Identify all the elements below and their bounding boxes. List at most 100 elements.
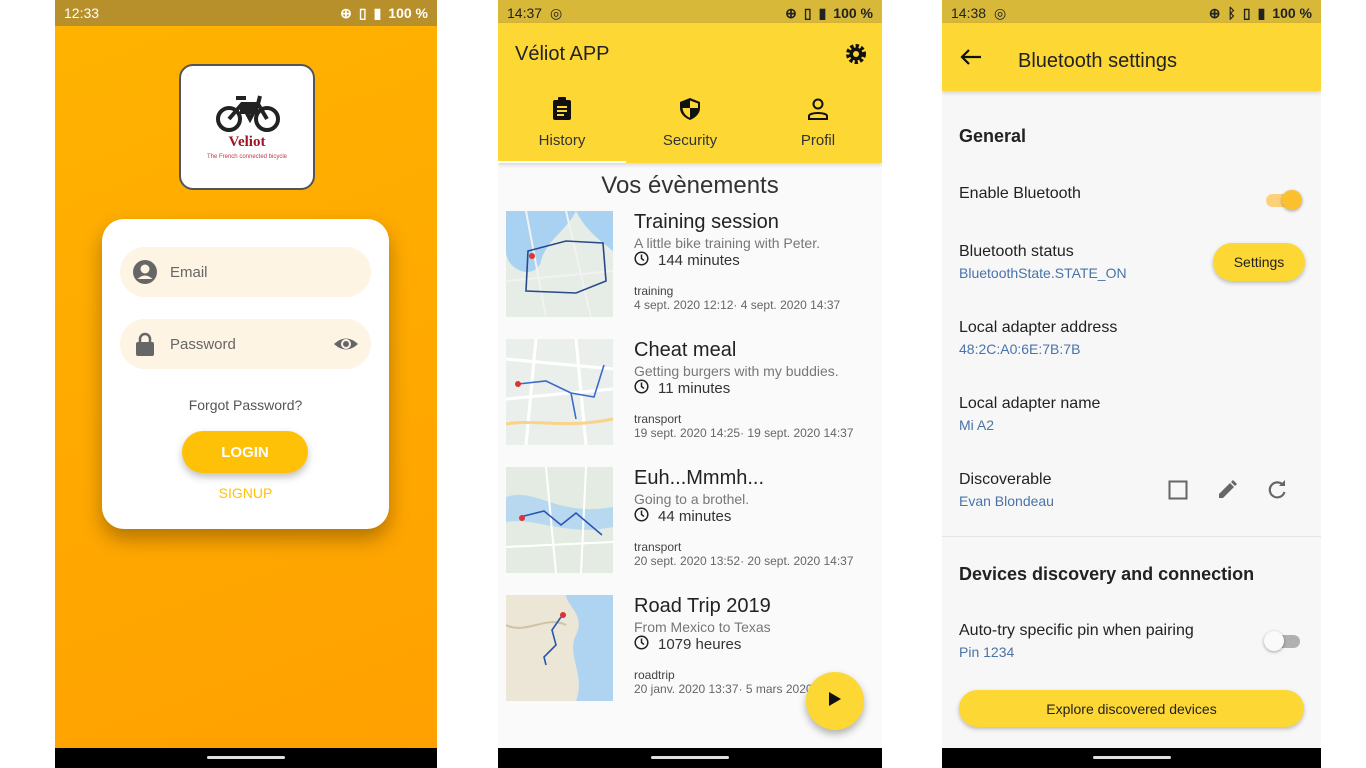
adapter-address-value: 48:2C:A0:6E:7B:7B: [959, 341, 1081, 357]
home-handle[interactable]: [207, 756, 285, 759]
event-dates: 19 sept. 2020 14:25· 19 sept. 2020 14:37: [634, 426, 854, 440]
data-saver-icon: ⊕: [340, 4, 352, 21]
home-handle[interactable]: [651, 756, 729, 759]
event-card[interactable]: Cheat meal Getting burgers with my buddi…: [506, 339, 874, 447]
event-dates: 20 sept. 2020 13:52· 20 sept. 2020 14:37: [634, 554, 854, 568]
app-bar: Bluetooth settings: [942, 23, 1321, 91]
play-button[interactable]: [806, 672, 864, 730]
event-details: Euh...Mmmh... Going to a brothel. 44 min…: [634, 467, 874, 568]
page-title: Bluetooth settings: [1018, 50, 1177, 72]
event-tag: transport: [634, 412, 682, 426]
password-field[interactable]: Password: [120, 319, 371, 369]
event-duration: 11 minutes: [634, 379, 874, 398]
account-icon: [132, 259, 158, 285]
event-title: Euh...Mmmh...: [634, 467, 765, 489]
app-bar: Véliot APP History Security Profil: [498, 23, 882, 163]
edit-pencil-icon[interactable]: [1216, 479, 1238, 506]
general-header: General: [959, 126, 1027, 146]
duration-text: 44 minutes: [658, 508, 732, 525]
duration-text: 1079 heures: [658, 636, 742, 653]
logo-tagline: The French connected bicycle: [206, 154, 288, 160]
lock-icon: [132, 331, 158, 357]
adapter-name-value: Mi A2: [959, 417, 995, 433]
forgot-password-link[interactable]: Forgot Password?: [102, 397, 389, 413]
login-card: Email Password Forgot Password? LOGIN SI…: [102, 219, 389, 529]
duration-text: 11 minutes: [658, 380, 731, 397]
notification-icon: ◎: [550, 4, 563, 21]
status-bar: 12:33 ⊕ ▯ ▮ 100 %: [55, 0, 437, 26]
gear-icon[interactable]: [844, 42, 868, 71]
enable-bluetooth-row[interactable]: Enable Bluetooth: [959, 185, 1304, 210]
event-duration: 44 minutes: [634, 507, 874, 526]
discoverable-label: Discoverable: [959, 471, 1052, 488]
data-saver-icon: ⊕: [1208, 4, 1221, 21]
event-description: From Mexico to Texas: [634, 619, 771, 635]
navigation-bar: [498, 748, 882, 768]
event-details: Cheat meal Getting burgers with my buddi…: [634, 339, 874, 440]
event-card[interactable]: Training session A little bike training …: [506, 211, 874, 319]
enable-bluetooth-toggle[interactable]: [1264, 189, 1304, 210]
auto-pin-toggle[interactable]: [1264, 630, 1304, 651]
status-time: 12:33: [64, 5, 100, 21]
event-tag: training: [634, 284, 674, 298]
route-map-thumbnail: [506, 467, 613, 573]
enable-bluetooth-label: Enable Bluetooth: [959, 185, 1081, 202]
navigation-bar: [942, 748, 1321, 768]
event-tag: transport: [634, 540, 682, 554]
clipboard-icon: [498, 95, 626, 123]
tab-history[interactable]: History: [498, 93, 626, 163]
explore-devices-button[interactable]: Explore discovered devices: [959, 690, 1304, 727]
email-field[interactable]: Email: [120, 247, 371, 297]
clock-icon: [634, 379, 649, 398]
route-map-thumbnail: [506, 595, 613, 701]
bluetooth-icon: ᛒ: [1227, 5, 1236, 21]
tab-label: Security: [662, 132, 718, 149]
checkbox-icon[interactable]: [1168, 480, 1188, 505]
back-arrow-icon[interactable]: [960, 48, 982, 71]
event-description: A little bike training with Peter.: [634, 235, 820, 251]
clock-icon: [634, 507, 649, 526]
devices-header: Devices discovery and connection: [959, 564, 1255, 584]
login-button[interactable]: LOGIN: [182, 431, 308, 473]
password-placeholder: Password: [170, 335, 236, 353]
battery-icon: ▮: [1257, 4, 1266, 21]
vibrate-icon: ▯: [803, 4, 812, 21]
home-handle[interactable]: [1092, 756, 1171, 759]
bluetooth-settings-screen: 14:38 ◎ ⊕ ᛒ ▯ ▮ 100 % Bluetooth settings…: [942, 0, 1321, 768]
tab-bar: History Security Profil: [498, 93, 882, 163]
event-card[interactable]: Euh...Mmmh... Going to a brothel. 44 min…: [506, 467, 874, 575]
bicycle-icon: [216, 95, 280, 132]
discoverable-row: Discoverable Evan Blondeau: [959, 471, 1304, 509]
auto-pin-label: Auto-try specific pin when pairing: [959, 622, 1194, 639]
event-title: Training session: [634, 211, 779, 233]
navigation-bar: [55, 748, 437, 768]
adapter-name-label: Local adapter name: [959, 395, 1101, 412]
battery-level: 100 %: [388, 5, 428, 21]
event-description: Getting burgers with my buddies.: [634, 363, 839, 379]
visibility-icon[interactable]: [333, 331, 359, 362]
clock-icon: [634, 635, 649, 654]
auto-pin-value: Pin 1234: [959, 644, 1015, 660]
divider: [942, 536, 1321, 537]
event-title: Road Trip 2019: [634, 595, 771, 617]
history-screen: 14:37 ◎ ⊕ ▯ ▮ 100 % Véliot APP History S…: [498, 0, 882, 768]
shield-icon: [626, 95, 754, 123]
event-title: Cheat meal: [634, 339, 737, 361]
battery-level: 100 %: [1272, 5, 1312, 21]
tab-profil[interactable]: Profil: [754, 93, 882, 163]
tab-label: Profil: [800, 132, 836, 149]
refresh-icon[interactable]: [1266, 479, 1288, 506]
settings-button[interactable]: Settings: [1213, 243, 1305, 281]
battery-icon: ▮: [373, 4, 382, 21]
discoverable-value: Evan Blondeau: [959, 493, 1054, 509]
tab-security[interactable]: Security: [626, 93, 754, 163]
route-map-thumbnail: [506, 211, 613, 317]
event-dates: 4 sept. 2020 12:12· 4 sept. 2020 14:37: [634, 298, 841, 312]
auto-pin-row[interactable]: Auto-try specific pin when pairing Pin 1…: [959, 622, 1304, 660]
signup-link[interactable]: SIGNUP: [102, 485, 389, 501]
data-saver-icon: ⊕: [785, 4, 797, 21]
section-title: Vos évènements: [601, 172, 779, 199]
event-details: Training session A little bike training …: [634, 211, 874, 312]
status-time: 14:38: [951, 5, 987, 21]
login-screen: 12:33 ⊕ ▯ ▮ 100 % Veliot The French conn…: [55, 0, 437, 768]
